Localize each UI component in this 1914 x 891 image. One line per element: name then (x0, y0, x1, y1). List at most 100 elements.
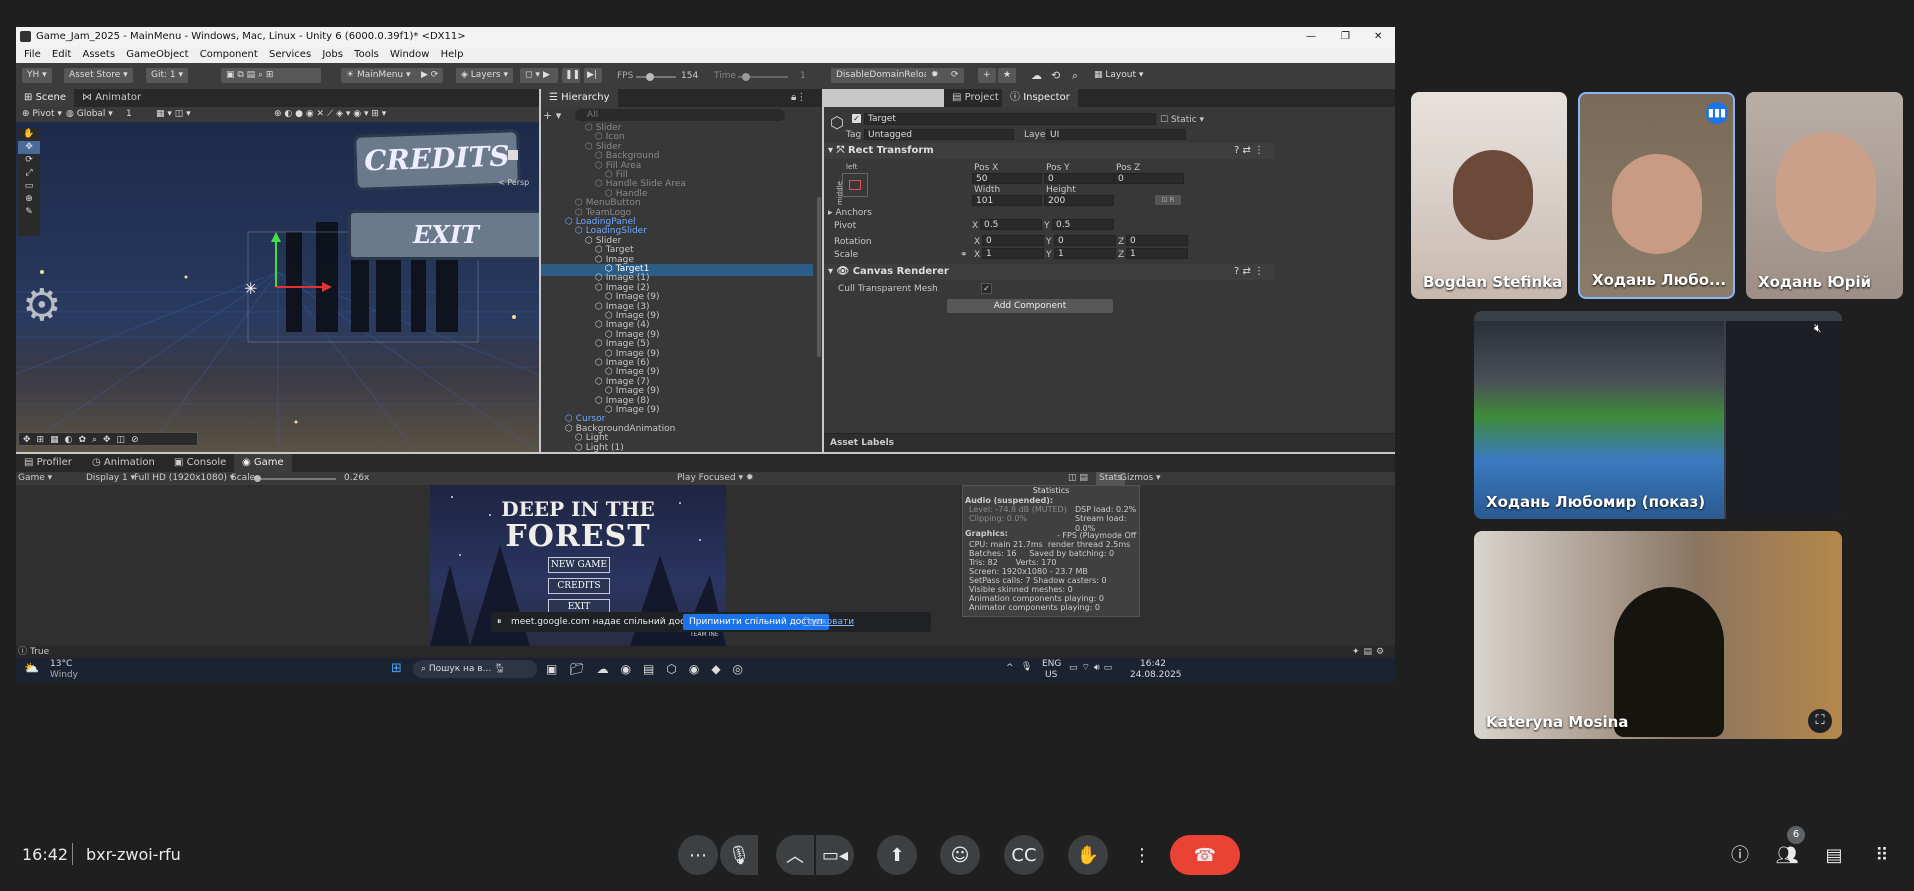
scale-tool-icon[interactable]: ⤢ (18, 167, 40, 180)
rot-z-input[interactable]: 0 (1126, 235, 1188, 246)
object-name-input[interactable]: Target (864, 113, 1156, 125)
rect-tool-icon[interactable]: ▭ (18, 180, 40, 193)
asset-labels-bar[interactable]: Asset Labels (824, 433, 1395, 452)
activities-icon[interactable]: ⠿ (1870, 844, 1894, 868)
present-button[interactable]: ⬆ (877, 835, 917, 875)
cloud-icon[interactable]: ☁ (1031, 69, 1042, 82)
scale-slider[interactable] (254, 475, 336, 482)
menu-component[interactable]: Component (200, 49, 258, 60)
component-menu-icon[interactable]: ? ⇄ ⋮ (1234, 143, 1264, 159)
resolution-select[interactable]: Full HD (1920x1080) ▾ (134, 472, 234, 485)
tab-hierarchy[interactable]: ☰ Hierarchy (541, 89, 618, 107)
asset-store-button[interactable]: Asset Store ▾ (64, 68, 133, 83)
tab-game[interactable]: ◉ Game (234, 454, 292, 472)
add-object-button[interactable]: + ▾ (543, 109, 561, 122)
taskbar-app-icons[interactable]: ▣📁︎☁◉▤⬡◉◆◎ (546, 662, 755, 676)
lang-code[interactable]: ENG (1042, 659, 1061, 669)
play-focused-select[interactable]: Play Focused ▾ (677, 472, 743, 485)
step-button[interactable]: ▶| (584, 68, 602, 83)
scene-select[interactable]: ☀ MainMenu ▾ (341, 68, 416, 83)
captions-button[interactable]: CC (1004, 835, 1044, 875)
pivot-x-input[interactable]: 0.5 (980, 219, 1042, 230)
move-tool-icon[interactable]: ✥ (18, 141, 40, 154)
canvas-renderer-header[interactable]: ▾ 👁︎ Canvas Renderer? ⇄ ⋮ (824, 264, 1275, 280)
tab-inspector[interactable]: ⓘ Inspector (1002, 89, 1078, 107)
weather-temp[interactable]: 13°C (50, 659, 72, 669)
fps-slider[interactable] (636, 73, 676, 81)
scale-z-input[interactable]: 1 (1126, 248, 1188, 259)
gizmos-toggle[interactable]: Gizmos ▾ (1120, 472, 1161, 485)
constrain-scale-icon[interactable]: ⚭ (960, 250, 968, 260)
account-button[interactable]: YH ▾ (22, 68, 52, 83)
tools-button-group[interactable]: ▣ ⧉ ▤ ⌕ ⊞ (221, 68, 321, 83)
pause-button[interactable]: ❚❚ (562, 68, 580, 83)
tab-scene[interactable]: ⊞ Scene (16, 89, 75, 107)
pivot-y-input[interactable]: 0.5 (1052, 219, 1114, 230)
bug-icon[interactable]: ✹ (926, 68, 944, 83)
game-options-icons[interactable]: ◫ ▤ (1068, 472, 1088, 485)
leave-call-button[interactable]: ☎ (1170, 835, 1240, 875)
scale-x-input[interactable]: 1 (982, 248, 1044, 259)
menu-file[interactable]: File (24, 49, 41, 60)
participant-tile[interactable]: Bogdan Stefinka (1411, 92, 1567, 299)
star-icon[interactable]: ★ (998, 68, 1017, 83)
camera-button[interactable]: ▭◂ (816, 835, 854, 875)
time-slider[interactable] (738, 73, 788, 81)
taskbar-time[interactable]: 16:42 (1140, 659, 1166, 669)
hierarchy-item[interactable]: ⬡ Light (1) (541, 443, 813, 452)
more-actions-button[interactable]: ⋮ (1125, 835, 1159, 875)
menu-help[interactable]: Help (441, 49, 464, 60)
reactions-button[interactable]: ☺ (940, 835, 980, 875)
camera-options-button[interactable]: ︿ (776, 835, 814, 875)
anchor-preset-button[interactable] (842, 173, 868, 197)
mic-tray-icon[interactable]: 🎙︎ (1021, 662, 1032, 672)
mic-button[interactable]: 🎙︎ (720, 835, 758, 875)
add-component-button[interactable]: Add Component (947, 299, 1113, 313)
game-credits-button[interactable]: CREDITS (548, 578, 610, 594)
play-button[interactable]: ▶ (540, 68, 558, 83)
chat-icon[interactable]: ▤ (1822, 844, 1846, 868)
tab-animation[interactable]: ◷ Animation (84, 454, 163, 472)
minimize-icon[interactable]: — (1306, 27, 1316, 47)
weather-icon[interactable]: ⛅ (24, 661, 39, 675)
menu-assets[interactable]: Assets (82, 49, 115, 60)
fps-value[interactable]: 154 (681, 71, 698, 81)
mute-icon[interactable]: ✹ (746, 472, 754, 485)
display-select[interactable]: Display 1 ▾ (86, 472, 135, 485)
scene-gizmo[interactable]: < Persp (494, 132, 536, 187)
tab-animator[interactable]: ⋈ Animator (74, 89, 149, 107)
raw-edit-button[interactable]: ⊡ R (1155, 195, 1181, 205)
raise-hand-button[interactable]: ✋ (1068, 835, 1108, 875)
tab-console[interactable]: ▣ Console (166, 454, 234, 472)
tray-icons[interactable]: ▭⌔🔊︎▭ (1069, 662, 1116, 673)
overlay-toolbar[interactable]: ✥⊞▦◐✿⌕✥◫⊘ (18, 432, 198, 446)
history-icon[interactable]: ⟲ (1051, 69, 1060, 82)
participant-tile[interactable]: Ходань Юрій (1746, 92, 1903, 299)
height-input[interactable]: 200 (1044, 195, 1114, 206)
game-view-select[interactable]: Game ▾ (18, 472, 52, 485)
global-toggle[interactable]: ◍ Global ▾ (66, 107, 113, 122)
custom-tool-icon[interactable]: ✎ (18, 206, 40, 219)
time-value[interactable]: 1 (800, 71, 806, 81)
presenter-tile[interactable]: 🔇︎ Ходань Любомир (показ) (1474, 311, 1842, 519)
rot-y-input[interactable]: 0 (1054, 235, 1116, 246)
pos-z-input[interactable]: 0 (1114, 173, 1184, 184)
maximize-icon[interactable]: ❐ (1341, 27, 1350, 47)
layer-select[interactable]: UI (1046, 129, 1186, 140)
menu-window[interactable]: Window (390, 49, 429, 60)
scene-view-options[interactable]: ⊕ ◐ ● ◉ ✕ ⟋ ◈ ▾ ◉ ▾ ⊞ ▾ (274, 107, 386, 122)
menu-services[interactable]: Services (269, 49, 311, 60)
people-icon[interactable]: 👥︎ (1775, 844, 1799, 868)
anchors-foldout[interactable]: ▸ Anchors (828, 208, 872, 218)
windows-start-icon[interactable]: ⊞ (391, 661, 402, 676)
scene-viewport[interactable]: CREDITS EXIT ⚙ < Persp ✳ ✋ ✥ ⟳ ⤢ ▭ ⊕ ✎ ✥… (16, 122, 539, 452)
hide-banner-link[interactable]: Приховати (803, 612, 854, 632)
rotate-tool-icon[interactable]: ⟳ (18, 154, 40, 167)
crop-icon[interactable]: ⛶ (1808, 709, 1832, 733)
menu-gameobject[interactable]: GameObject (126, 49, 188, 60)
new-game-button[interactable]: NEW GAME (548, 557, 610, 573)
play-mode-options[interactable]: ▶ ⟳ (416, 68, 444, 83)
pos-x-input[interactable]: 50 (972, 173, 1042, 184)
tag-select[interactable]: Untagged (864, 129, 1014, 140)
rot-x-input[interactable]: 0 (982, 235, 1044, 246)
